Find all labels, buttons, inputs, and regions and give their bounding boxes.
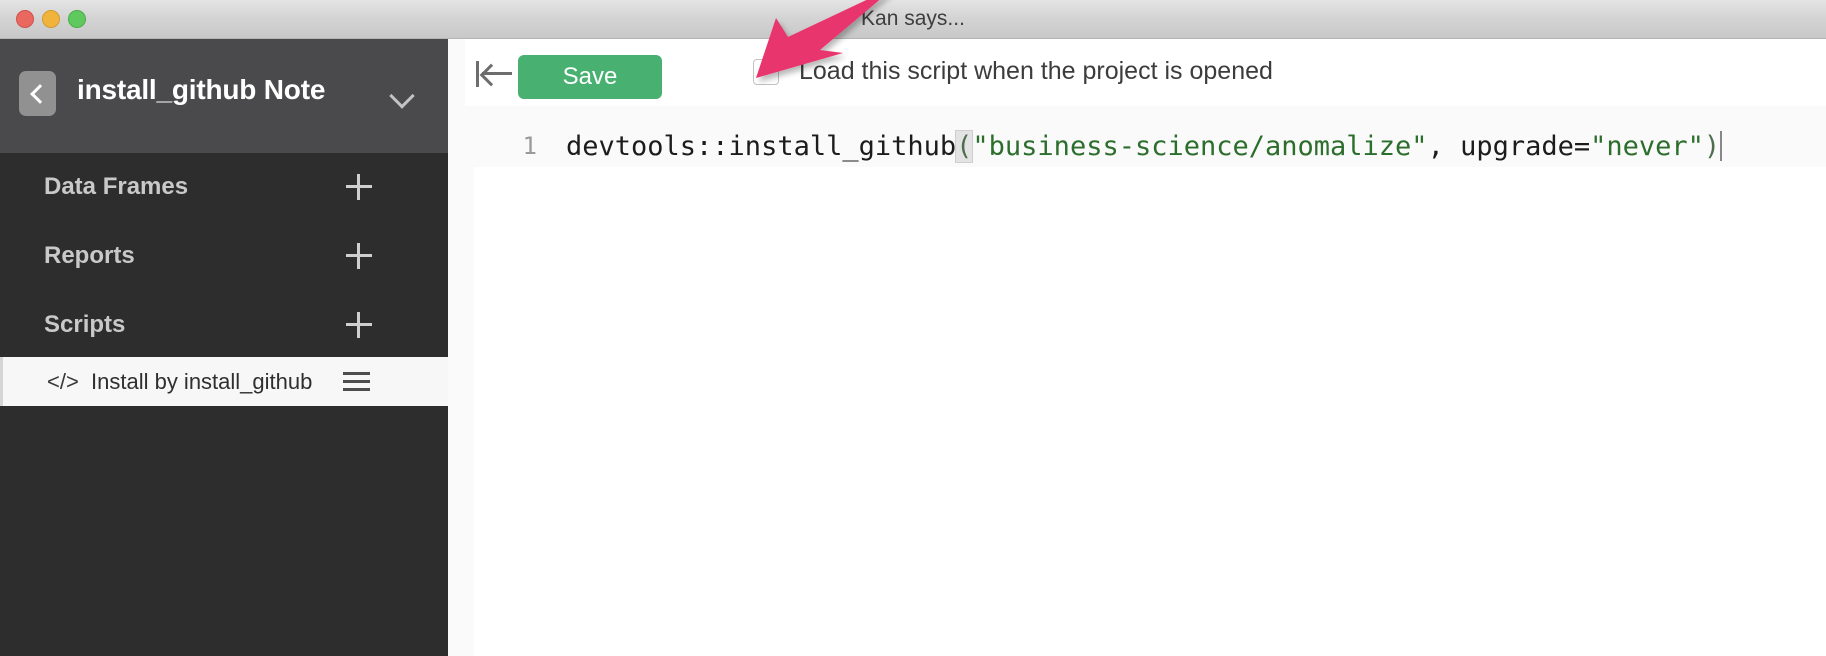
code-line-text[interactable]: devtools::install_github("business-scien… [566, 131, 1722, 162]
load-on-open-row[interactable]: Load this script when the project is ope… [753, 57, 1273, 86]
list-item[interactable]: </> Install by install_github [0, 357, 448, 406]
hamburger-icon[interactable] [343, 372, 370, 391]
load-on-open-label: Load this script when the project is ope… [799, 57, 1273, 86]
code-editor[interactable]: 1 devtools::install_github("business-sci… [465, 106, 1826, 656]
code-editor-surface[interactable]: 1 devtools::install_github("business-sci… [474, 125, 1826, 656]
editor-toolbar: Save Load this script when the project i… [465, 39, 1826, 106]
window-titlebar: Kan says... [0, 0, 1826, 39]
code-token-string-repo: "business-science/anomalize" [972, 131, 1427, 162]
code-icon: </> [47, 369, 79, 395]
sidebar-section-scripts[interactable]: Scripts [0, 291, 448, 359]
sidebar-section-data-frames[interactable]: Data Frames [0, 153, 448, 221]
line-number: 1 [474, 132, 537, 160]
plus-icon[interactable] [346, 312, 372, 338]
sidebar-section-label: Scripts [44, 311, 125, 339]
sidebar-section-label: Reports [44, 242, 135, 270]
window-title: Kan says... [0, 0, 1826, 38]
sidebar-section-label: Data Frames [44, 173, 188, 201]
sidebar-header: install_github Note [0, 39, 448, 153]
sidebar-gutter [448, 39, 465, 656]
code-token-function: devtools::install_github [566, 131, 956, 162]
chevron-left-icon [30, 84, 50, 104]
code-token-arg: , upgrade= [1428, 131, 1591, 162]
sidebar-section-reports[interactable]: Reports [0, 222, 448, 290]
sidebar: install_github Note Data Frames Reports … [0, 39, 448, 656]
main-pane: Save Load this script when the project i… [465, 39, 1826, 656]
code-line[interactable]: 1 devtools::install_github("business-sci… [474, 125, 1826, 167]
load-on-open-checkbox[interactable] [753, 59, 779, 85]
code-token-close-paren: ) [1704, 131, 1720, 162]
sidebar-title: install_github Note [77, 74, 325, 106]
chevron-down-icon[interactable] [389, 83, 414, 108]
code-token-string-upgrade: "never" [1590, 131, 1704, 162]
save-button[interactable]: Save [518, 55, 662, 99]
text-caret [1720, 131, 1722, 161]
collapse-sidebar-icon[interactable] [476, 59, 514, 89]
back-button[interactable] [19, 71, 56, 116]
plus-icon[interactable] [346, 243, 372, 269]
app-window: Kan says... install_github Note Data Fra… [0, 0, 1826, 656]
plus-icon[interactable] [346, 174, 372, 200]
list-item-label: Install by install_github [91, 369, 312, 395]
code-token-open-paren: ( [956, 131, 972, 162]
